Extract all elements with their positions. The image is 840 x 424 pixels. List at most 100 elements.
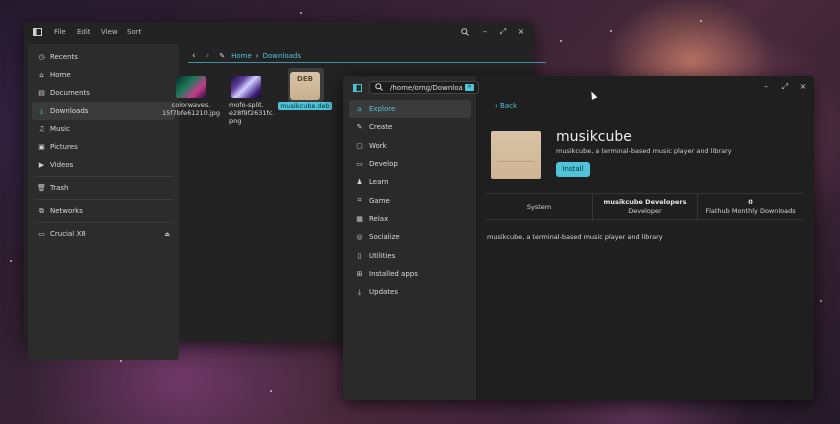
sidebar-toggle-icon[interactable]: [33, 28, 42, 38]
menu-sort[interactable]: Sort: [127, 28, 141, 36]
develop-icon: ▭: [356, 160, 363, 169]
developer-label: Developer: [628, 207, 662, 215]
close-icon[interactable]: ×: [798, 82, 808, 92]
back-label: Back: [500, 102, 518, 110]
sidebar-item-downloads[interactable]: ⤓ Downloads: [32, 102, 175, 120]
sidebar-item-label: Networks: [50, 207, 83, 215]
sidebar-item-home[interactable]: ⌂ Home: [28, 66, 179, 84]
nav-item-work[interactable]: ▢ Work: [349, 137, 471, 155]
breadcrumb-current[interactable]: Downloads: [263, 52, 301, 60]
music-icon: ♫: [38, 125, 45, 133]
app-icon: [491, 131, 541, 179]
drive-icon: ▭: [38, 230, 45, 238]
video-icon: ▶: [38, 161, 45, 169]
software-center-window: /home/omg/Downloa ✕ ⌂ Explore ✎ Create ▢ Wo…: [343, 76, 814, 400]
sidebar-item-networks[interactable]: ⧉ Networks: [28, 202, 179, 220]
nav-item-label: Installed apps: [369, 269, 418, 278]
star: [820, 300, 822, 302]
sidebar-item-crucial-x8[interactable]: ▭ Crucial X8 ⏏: [28, 225, 179, 243]
nav-item-installed-apps[interactable]: ⊞ Installed apps: [349, 265, 471, 283]
download-icon: ⤓: [39, 106, 44, 115]
install-button[interactable]: Install: [556, 162, 590, 177]
search-icon[interactable]: [460, 28, 470, 39]
nav-item-explore[interactable]: ⌂ Explore: [349, 100, 471, 119]
app-title: musikcube: [556, 129, 632, 145]
downloads-value: 0: [748, 198, 753, 206]
downloads-label: Flathub Monthly Downloads: [705, 207, 796, 215]
sidebar-item-trash[interactable]: 🗑 Trash: [28, 179, 179, 197]
learn-icon: ♟: [356, 178, 363, 187]
sidebar-toggle-icon[interactable]: [353, 84, 362, 94]
sidebar-item-label: Videos: [50, 161, 74, 169]
close-icon[interactable]: ×: [516, 27, 526, 37]
breadcrumb-home[interactable]: Home: [231, 52, 252, 60]
maximize-icon[interactable]: ⤢: [780, 82, 790, 92]
nav-item-socialize[interactable]: ◎ Socialize: [349, 228, 471, 246]
image-thumbnail: [176, 76, 206, 98]
work-icon: ▢: [356, 141, 363, 150]
sidebar-item-videos[interactable]: ▶ Videos: [28, 156, 179, 174]
nav-item-learn[interactable]: ♟ Learn: [349, 173, 471, 191]
category-nav: ⌂ Explore ✎ Create ▢ Work ▭ Develop ♟ Learn ⌗…: [349, 100, 471, 301]
sidebar-item-label: Pictures: [50, 143, 78, 151]
back-button[interactable]: ‹ Back: [495, 102, 517, 110]
nav-item-relax[interactable]: ▦ Relax: [349, 210, 471, 228]
sidebar-item-recents[interactable]: ◷ Recents: [28, 48, 179, 66]
sidebar-item-label: Crucial X8: [50, 230, 86, 238]
eject-icon[interactable]: ⏏: [164, 231, 170, 238]
app-description: musikcube, a terminal-based music player…: [487, 233, 663, 241]
relax-icon: ▦: [356, 214, 363, 223]
maximize-icon[interactable]: ⤢: [498, 27, 508, 37]
path-underline: [188, 62, 546, 63]
minimize-icon[interactable]: –: [480, 27, 490, 37]
pencil-icon[interactable]: ✎: [219, 52, 225, 60]
network-icon: ⧉: [39, 206, 44, 215]
clock-icon: ◷: [38, 53, 45, 61]
menu-edit[interactable]: Edit: [77, 28, 91, 36]
nav-item-label: Learn: [369, 178, 389, 187]
star: [700, 20, 702, 22]
game-icon: ⌗: [357, 196, 362, 205]
star: [610, 30, 612, 32]
file-name: mofo-split. e28f9f2631fc. png: [229, 101, 275, 125]
sidebar-item-label: Music: [50, 125, 70, 133]
clear-search-icon[interactable]: ✕: [465, 84, 474, 91]
nav-item-label: Create: [369, 123, 393, 132]
sidebar-item-documents[interactable]: ▤ Documents: [28, 84, 179, 102]
sidebar-item-label: Documents: [50, 89, 90, 97]
nav-item-utilities[interactable]: ▯ Utilities: [349, 246, 471, 264]
app-summary: musikcube, a terminal-based music player…: [556, 147, 732, 155]
create-icon: ✎: [356, 123, 363, 132]
file-item-mofo-split[interactable]: mofo-split. e28f9f2631fc. png: [217, 76, 275, 125]
nav-item-create[interactable]: ✎ Create: [349, 118, 471, 136]
file-item-colorwaves[interactable]: colorwaves. 15f7bfe61210.jpg: [162, 76, 220, 117]
home-icon: ⌂: [39, 71, 44, 79]
file-item-musikcube-deb[interactable]: DEB musikcube.deb: [276, 72, 334, 110]
menu-view[interactable]: View: [101, 28, 118, 36]
nav-item-label: Game: [369, 196, 390, 205]
menu-file[interactable]: File: [54, 28, 66, 36]
star: [10, 260, 12, 262]
search-icon: [375, 82, 383, 93]
file-manager-sidebar: ◷ Recents ⌂ Home ▤ Documents ⤓ Downloads ♫ Mu…: [28, 44, 179, 360]
sidebar-item-label: Recents: [50, 53, 78, 61]
back-arrow-icon[interactable]: ‹: [192, 51, 196, 61]
sidebar-item-pictures[interactable]: ▣ Pictures: [28, 138, 179, 156]
sidebar-item-music[interactable]: ♫ Music: [28, 120, 179, 138]
nav-item-label: Utilities: [369, 251, 396, 260]
socialize-icon: ◎: [356, 233, 363, 242]
forward-arrow-icon[interactable]: ›: [206, 51, 210, 61]
deb-package-icon: DEB: [290, 72, 320, 100]
minimize-icon[interactable]: –: [761, 82, 771, 92]
nav-item-label: Develop: [369, 160, 398, 169]
nav-item-game[interactable]: ⌗ Game: [349, 191, 471, 209]
search-field[interactable]: /home/omg/Downloa ✕: [369, 81, 479, 94]
nav-item-label: Explore: [369, 105, 396, 114]
stat-developer: musikcube Developers Developer: [592, 194, 698, 221]
sidebar-item-label: Trash: [50, 184, 69, 192]
nav-item-updates[interactable]: ⤓ Updates: [349, 283, 471, 301]
nav-item-develop[interactable]: ▭ Develop: [349, 155, 471, 173]
search-input[interactable]: /home/omg/Downloa: [390, 84, 468, 92]
software-center-sidebar: /home/omg/Downloa ✕ ⌂ Explore ✎ Create ▢ Wo…: [343, 76, 479, 400]
sidebar-item-label: Home: [50, 71, 71, 79]
